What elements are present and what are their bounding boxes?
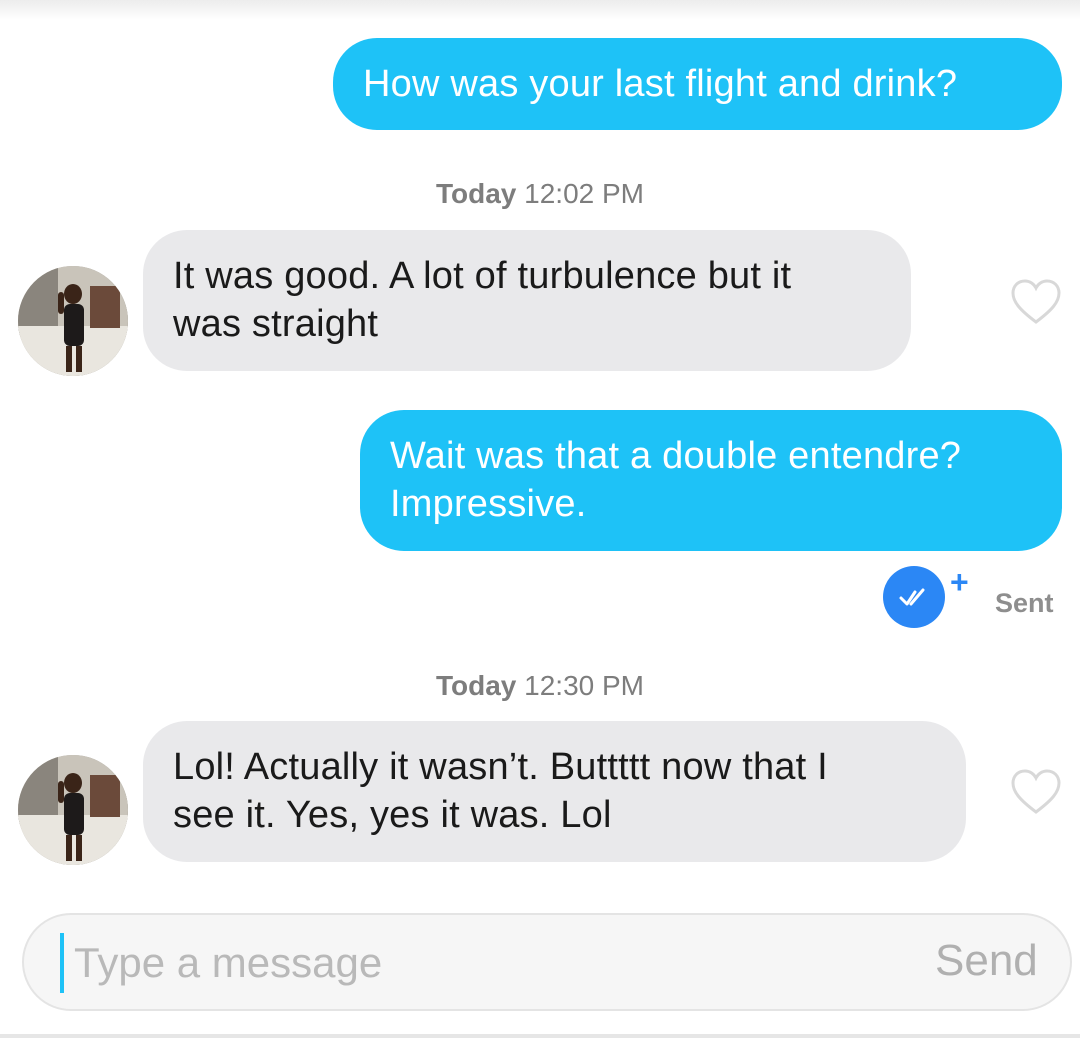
sent-status: Sent bbox=[995, 588, 1054, 618]
avatar-photo bbox=[18, 755, 128, 865]
message-bubble-incoming[interactable]: Lol! Actually it wasn’t. Buttttt now tha… bbox=[143, 721, 966, 862]
message-input[interactable] bbox=[74, 934, 834, 992]
heart-outline-icon[interactable] bbox=[1010, 768, 1062, 816]
message-line: Impressive. bbox=[390, 483, 587, 525]
header-shadow bbox=[0, 0, 1080, 20]
message-line: Wait was that a double entendre? bbox=[390, 435, 962, 477]
avatar[interactable] bbox=[18, 755, 128, 865]
avatar-photo bbox=[18, 266, 128, 376]
divider bbox=[0, 1034, 1080, 1038]
message-line: see it. Yes, yes it was. Lol bbox=[173, 794, 612, 836]
send-button[interactable]: Send bbox=[935, 936, 1038, 986]
avatar[interactable] bbox=[18, 266, 128, 376]
message-line: was straight bbox=[173, 303, 379, 345]
plus-icon[interactable]: + bbox=[950, 566, 969, 598]
timestamp: Today 12:30 PM bbox=[0, 670, 1080, 702]
timestamp-day: Today bbox=[435, 178, 517, 209]
read-receipt-badge[interactable] bbox=[883, 566, 945, 628]
message-bubble-outgoing[interactable]: How was your last flight and drink? bbox=[333, 38, 1062, 130]
timestamp-day: Today bbox=[435, 670, 517, 701]
timestamp: Today 12:02 PM bbox=[0, 178, 1080, 210]
timestamp-time: 12:30 PM bbox=[524, 670, 645, 701]
heart-outline-icon[interactable] bbox=[1010, 278, 1062, 326]
chat-screen: How was your last flight and drink? Toda… bbox=[0, 0, 1080, 1038]
message-line: How was your last flight and drink? bbox=[363, 63, 958, 105]
text-cursor bbox=[60, 933, 64, 993]
double-check-icon bbox=[899, 588, 925, 606]
message-bubble-incoming[interactable]: It was good. A lot of turbulence but it … bbox=[143, 230, 911, 371]
message-line: Lol! Actually it wasn’t. Buttttt now tha… bbox=[173, 746, 828, 788]
message-bubble-outgoing[interactable]: Wait was that a double entendre? Impress… bbox=[360, 410, 1062, 551]
message-line: It was good. A lot of turbulence but it bbox=[173, 255, 792, 297]
timestamp-time: 12:02 PM bbox=[524, 178, 645, 209]
